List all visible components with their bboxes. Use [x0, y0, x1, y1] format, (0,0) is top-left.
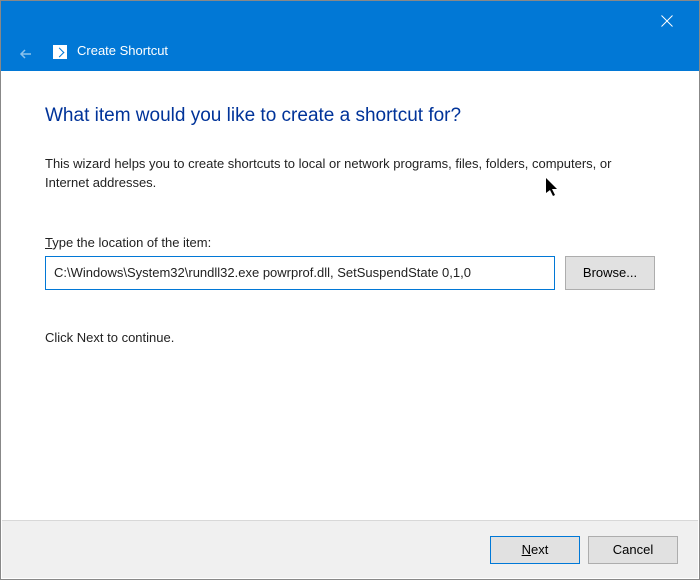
wizard-description: This wizard helps you to create shortcut… [45, 155, 645, 193]
cancel-button[interactable]: Cancel [588, 536, 678, 564]
back-arrow-icon [19, 47, 33, 61]
location-label: Type the location of the item: [45, 235, 655, 250]
footer: Next Cancel [2, 520, 698, 578]
window-title: Create Shortcut [77, 43, 168, 58]
browse-button[interactable]: Browse... [565, 256, 655, 290]
shortcut-icon [53, 45, 67, 59]
location-input[interactable] [45, 256, 555, 290]
titlebar: Create Shortcut [1, 1, 699, 71]
close-icon [661, 15, 673, 27]
back-button [17, 45, 35, 63]
close-button[interactable] [647, 7, 687, 35]
continue-hint: Click Next to continue. [45, 330, 655, 345]
content-area: What item would you like to create a sho… [1, 71, 699, 511]
page-heading: What item would you like to create a sho… [45, 105, 655, 127]
next-button[interactable]: Next [490, 536, 580, 564]
